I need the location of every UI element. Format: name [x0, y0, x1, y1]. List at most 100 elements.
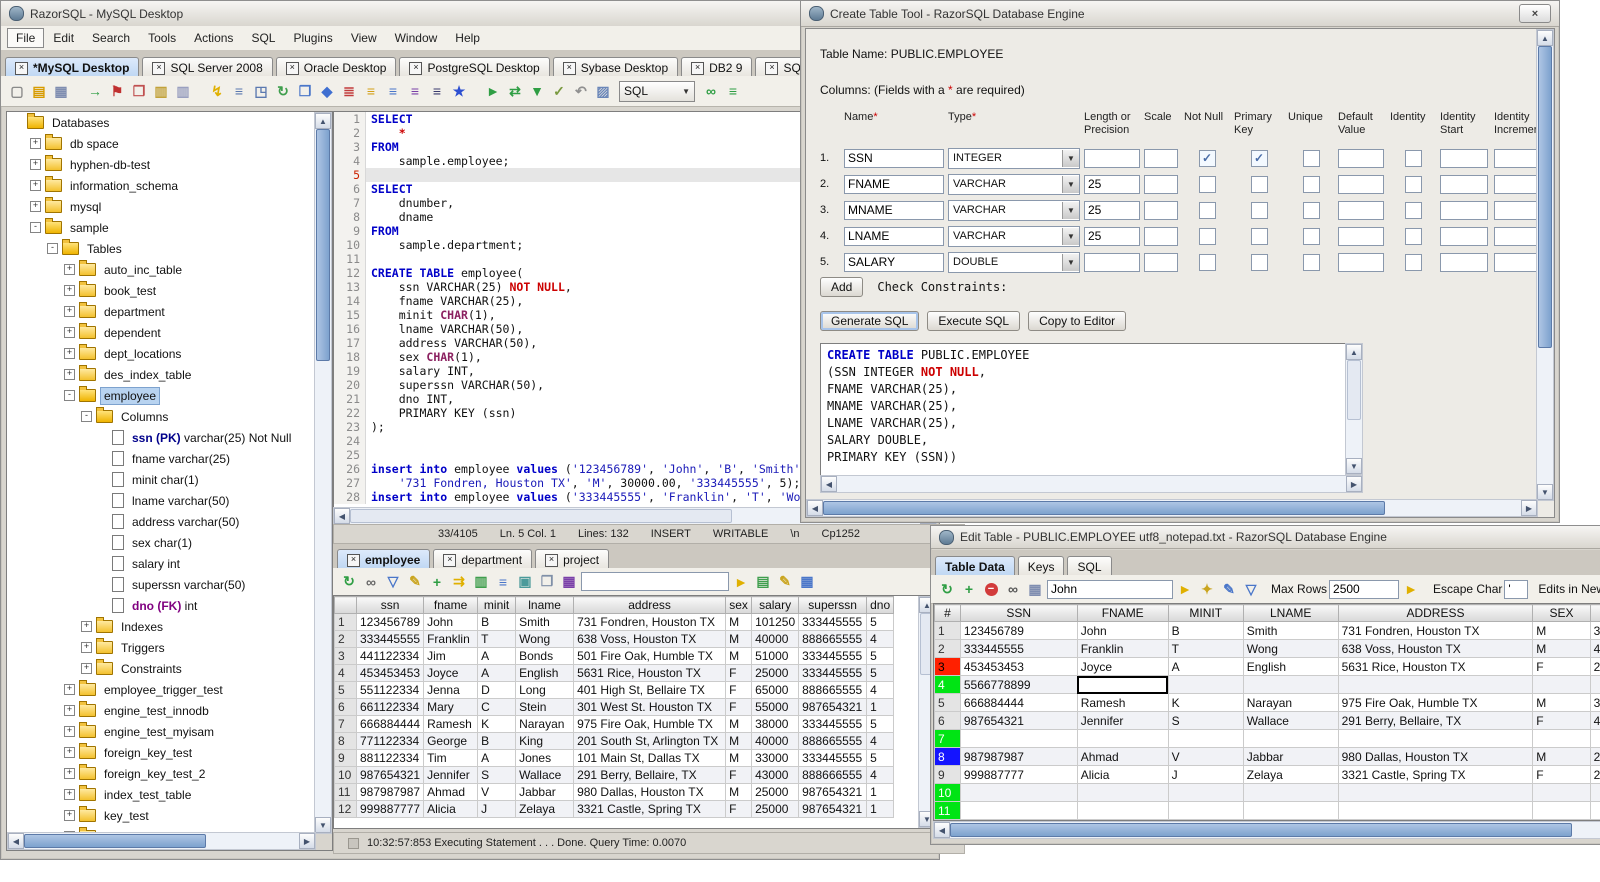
cell[interactable]: 2: [1589, 657, 1600, 676]
tree-item[interactable]: + db space: [7, 133, 316, 154]
cell[interactable]: Ramesh: [1076, 693, 1169, 712]
cell[interactable]: 291 Berry, Bellaire, TX: [573, 766, 727, 784]
identity-checkbox[interactable]: [1404, 227, 1422, 245]
connection-tab-oracle-desktop[interactable]: × Oracle Desktop: [275, 57, 397, 78]
go-icon[interactable]: ►: [731, 572, 751, 592]
results-list-icon[interactable]: ≡: [723, 81, 743, 101]
refresh-icon[interactable]: ⇄: [505, 81, 525, 101]
tree-item[interactable]: + Constraints: [7, 658, 316, 679]
cell[interactable]: 5631 Rice, Houston TX: [573, 664, 727, 682]
tree-item[interactable]: salary int: [7, 553, 316, 574]
unique-checkbox[interactable]: [1302, 253, 1320, 271]
paste-icon[interactable]: ▨: [593, 81, 613, 101]
cell[interactable]: V: [477, 783, 517, 801]
cell[interactable]: Wong: [515, 630, 575, 648]
cell[interactable]: 987654321: [798, 783, 868, 801]
cell[interactable]: 999887777: [355, 800, 425, 818]
tree-item[interactable]: - Tables: [7, 238, 316, 259]
cell[interactable]: A: [477, 749, 517, 767]
edit-tab-sql[interactable]: SQL: [1067, 556, 1112, 577]
save-grid-icon[interactable]: ▦: [797, 572, 817, 592]
fetch-down-icon[interactable]: ▼: [527, 81, 547, 101]
expand-icon[interactable]: +: [64, 306, 75, 317]
cell[interactable]: [1589, 801, 1600, 820]
scale-input[interactable]: [1144, 252, 1178, 272]
cell[interactable]: Smith: [1242, 621, 1339, 640]
length-input[interactable]: [1084, 200, 1140, 220]
cell[interactable]: A: [477, 647, 517, 665]
cell[interactable]: M: [725, 783, 753, 801]
cell[interactable]: King: [515, 732, 575, 750]
tree-horizontal-scrollbar[interactable]: ◀ ▶: [7, 832, 316, 850]
cell[interactable]: 666884444: [355, 715, 425, 733]
transpose-icon[interactable]: ▦: [559, 572, 579, 592]
scale-input[interactable]: [1144, 200, 1178, 220]
menu-plugins[interactable]: Plugins: [284, 28, 341, 48]
primary-key-checkbox[interactable]: [1250, 175, 1268, 193]
cell[interactable]: K: [1167, 693, 1244, 712]
cell[interactable]: 40000: [751, 630, 800, 648]
cell[interactable]: F: [725, 800, 753, 818]
cell[interactable]: J: [1167, 765, 1244, 784]
cell[interactable]: 123456789: [355, 613, 425, 631]
tree-item[interactable]: sex char(1): [7, 532, 316, 553]
cell[interactable]: F: [725, 681, 753, 699]
cell[interactable]: T: [1167, 639, 1244, 658]
primary-key-checkbox[interactable]: [1250, 253, 1268, 271]
cell[interactable]: 987987987: [355, 783, 425, 801]
cell[interactable]: 987987987: [959, 747, 1078, 766]
default-value-input[interactable]: [1338, 148, 1384, 168]
cell[interactable]: F: [1532, 711, 1591, 730]
wand-icon[interactable]: ✦: [1197, 579, 1217, 599]
scroll-down-icon[interactable]: ▼: [1346, 458, 1362, 474]
bookmark-star-icon[interactable]: ★: [449, 81, 469, 101]
edit-tab-table-data[interactable]: Table Data: [935, 556, 1015, 577]
tree-item[interactable]: dno (FK) int: [7, 595, 316, 616]
escape-char-input[interactable]: [1504, 579, 1529, 599]
edit-tab-keys[interactable]: Keys: [1017, 556, 1065, 577]
scale-input[interactable]: [1144, 174, 1178, 194]
tree-item[interactable]: + Triggers: [7, 637, 316, 658]
dialog-horizontal-scrollbar[interactable]: ◀ ▶: [806, 499, 1538, 517]
cell[interactable]: [1337, 675, 1534, 694]
scale-input[interactable]: [1144, 226, 1178, 246]
cell[interactable]: Joyce: [1076, 657, 1169, 676]
menu-sql[interactable]: SQL: [242, 28, 284, 48]
cell[interactable]: 333445555: [355, 630, 425, 648]
generate-sql-button[interactable]: Generate SQL: [820, 311, 920, 331]
close-tab-icon[interactable]: ×: [15, 61, 28, 75]
cell[interactable]: Smith: [515, 613, 575, 631]
cell[interactable]: 25000: [751, 800, 800, 818]
close-tab-icon[interactable]: ×: [562, 61, 576, 75]
cell[interactable]: 201 South St, Arlington TX: [573, 732, 727, 750]
cell[interactable]: D: [477, 681, 517, 699]
cell[interactable]: A: [1167, 657, 1244, 676]
cell[interactable]: 999887777: [959, 765, 1078, 784]
cell[interactable]: 5: [866, 647, 895, 665]
scroll-left-icon[interactable]: ◀: [8, 833, 24, 849]
cell[interactable]: 1: [866, 800, 895, 818]
tree-item[interactable]: + auto_inc_table: [7, 259, 316, 280]
sql-statement-dropdown[interactable]: SQL ▼: [619, 80, 695, 102]
cell[interactable]: 333445555: [798, 647, 868, 665]
cell[interactable]: 5631 Rice, Houston TX: [1337, 657, 1534, 676]
identity-start-input[interactable]: [1440, 252, 1488, 272]
edit-hscroll-thumb[interactable]: [950, 823, 1572, 837]
connection-tab-postgresql-desktop[interactable]: × PostgreSQL Desktop: [399, 57, 550, 78]
default-value-input[interactable]: [1338, 200, 1384, 220]
expand-icon[interactable]: +: [81, 663, 92, 674]
tree-item[interactable]: minit char(1): [7, 469, 316, 490]
cell[interactable]: 43000: [751, 766, 800, 784]
cell[interactable]: 987654321: [959, 711, 1078, 730]
cell[interactable]: M: [1532, 747, 1591, 766]
cell[interactable]: Jenna: [423, 681, 479, 699]
identity-start-input[interactable]: [1440, 148, 1488, 168]
scroll-up-icon[interactable]: ▲: [1537, 30, 1553, 46]
cell[interactable]: 731 Fondren, Houston TX: [1337, 621, 1534, 640]
cell[interactable]: [1589, 729, 1600, 748]
scroll-right-icon[interactable]: ▶: [299, 833, 315, 849]
cell[interactable]: V: [1167, 747, 1244, 766]
scroll-right-icon[interactable]: ▶: [1521, 500, 1537, 516]
copy-to-editor-button[interactable]: Copy to Editor: [1028, 311, 1127, 331]
sql-scroll-thumb[interactable]: [1347, 360, 1361, 420]
